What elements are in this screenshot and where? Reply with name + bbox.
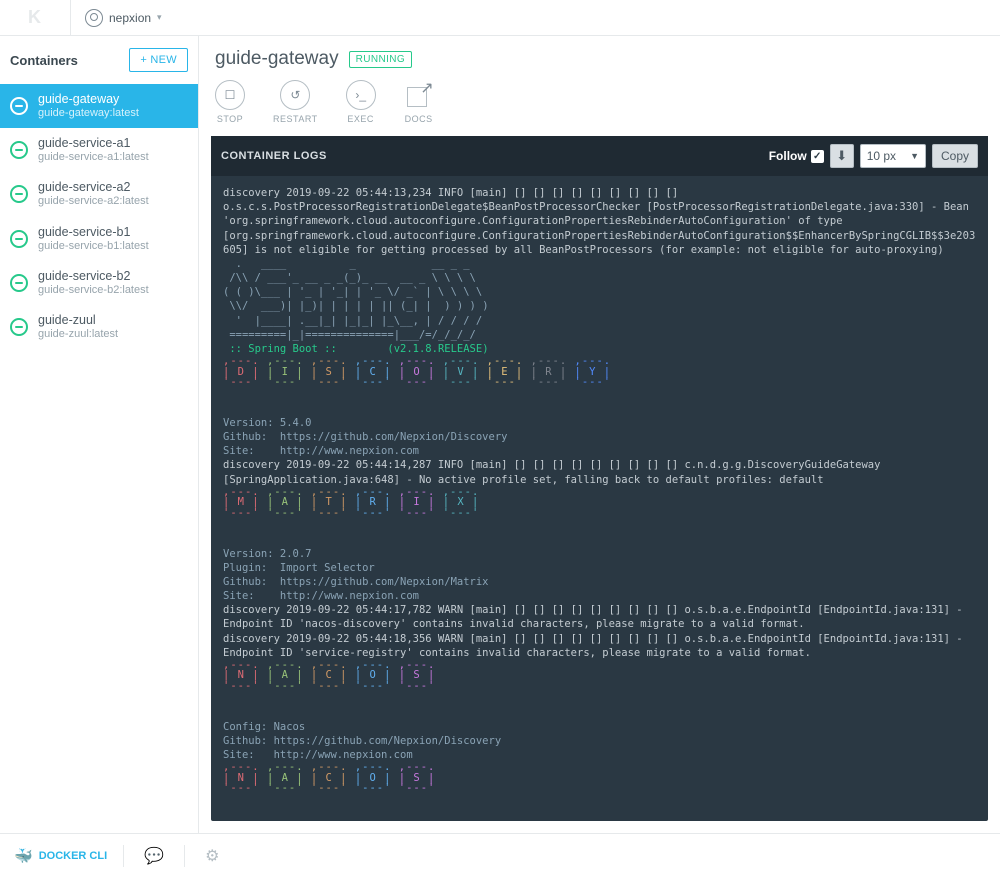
- brand-logo: K: [0, 0, 70, 35]
- docker-icon: 🐳: [14, 847, 33, 865]
- docker-cli-button[interactable]: 🐳 DOCKER CLI: [14, 847, 107, 865]
- container-status-icon: [10, 274, 28, 292]
- status-badge: RUNNING: [349, 51, 412, 68]
- container-image: guide-service-b1:latest: [38, 240, 149, 253]
- log-output[interactable]: discovery 2019-09-22 05:44:13,234 INFO […: [211, 176, 988, 821]
- container-status-icon: [10, 97, 28, 115]
- container-name: guide-service-a1: [38, 136, 149, 151]
- check-icon: ✓: [811, 150, 824, 163]
- exec-button[interactable]: ›_ EXEC: [346, 80, 376, 124]
- sidebar-item-guide-service-b1[interactable]: guide-service-b1 guide-service-b1:latest: [0, 217, 198, 261]
- container-name: guide-zuul: [38, 313, 118, 328]
- stop-icon: ☐: [215, 80, 245, 110]
- logs-panel: CONTAINER LOGS Follow ✓ ⬇ 10 px ▼ Copy d…: [211, 136, 988, 821]
- container-image: guide-service-a2:latest: [38, 195, 149, 208]
- container-name: guide-service-b2: [38, 269, 149, 284]
- container-name: guide-service-a2: [38, 180, 149, 195]
- sidebar-item-guide-zuul[interactable]: guide-zuul guide-zuul:latest: [0, 305, 198, 349]
- stop-button[interactable]: ☐ STOP: [215, 80, 245, 124]
- restart-icon: ↺: [280, 80, 310, 110]
- external-link-icon: [404, 80, 434, 110]
- container-status-icon: [10, 185, 28, 203]
- chevron-down-icon: ▼: [910, 151, 919, 161]
- container-status-icon: [10, 141, 28, 159]
- chat-icon[interactable]: 💬: [140, 846, 168, 866]
- container-list: guide-gateway guide-gateway:latest guide…: [0, 84, 198, 833]
- docs-button[interactable]: DOCS: [404, 80, 434, 124]
- container-name: guide-gateway: [38, 92, 139, 107]
- user-menu[interactable]: nepxion ▾: [70, 0, 176, 35]
- sidebar: Containers + NEW guide-gateway guide-gat…: [0, 36, 199, 833]
- fontsize-select[interactable]: 10 px ▼: [860, 144, 926, 168]
- user-name: nepxion: [109, 11, 151, 25]
- container-image: guide-service-a1:latest: [38, 151, 149, 164]
- container-image: guide-gateway:latest: [38, 107, 139, 120]
- sidebar-item-guide-gateway[interactable]: guide-gateway guide-gateway:latest: [0, 84, 198, 128]
- follow-toggle[interactable]: Follow ✓: [769, 149, 824, 163]
- page-title: guide-gateway: [215, 48, 339, 70]
- sidebar-title: Containers: [10, 53, 78, 68]
- container-image: guide-service-b2:latest: [38, 284, 149, 297]
- new-container-button[interactable]: + NEW: [129, 48, 188, 72]
- chevron-down-icon: ▾: [157, 12, 162, 23]
- bottom-bar: 🐳 DOCKER CLI 💬 ⚙: [0, 833, 1000, 877]
- avatar-icon: [85, 9, 103, 27]
- download-button[interactable]: ⬇: [830, 144, 854, 168]
- gear-icon[interactable]: ⚙: [201, 846, 223, 866]
- sidebar-item-guide-service-a2[interactable]: guide-service-a2 guide-service-a2:latest: [0, 172, 198, 216]
- exec-icon: ›_: [346, 80, 376, 110]
- restart-button[interactable]: ↺ RESTART: [273, 80, 318, 124]
- main: guide-gateway RUNNING ☐ STOP ↺ RESTART ›…: [199, 36, 1000, 833]
- container-name: guide-service-b1: [38, 225, 149, 240]
- container-status-icon: [10, 230, 28, 248]
- copy-button[interactable]: Copy: [932, 144, 978, 168]
- panel-title: CONTAINER LOGS: [221, 150, 327, 162]
- container-status-icon: [10, 318, 28, 336]
- sidebar-item-guide-service-a1[interactable]: guide-service-a1 guide-service-a1:latest: [0, 128, 198, 172]
- container-image: guide-zuul:latest: [38, 328, 118, 341]
- sidebar-item-guide-service-b2[interactable]: guide-service-b2 guide-service-b2:latest: [0, 261, 198, 305]
